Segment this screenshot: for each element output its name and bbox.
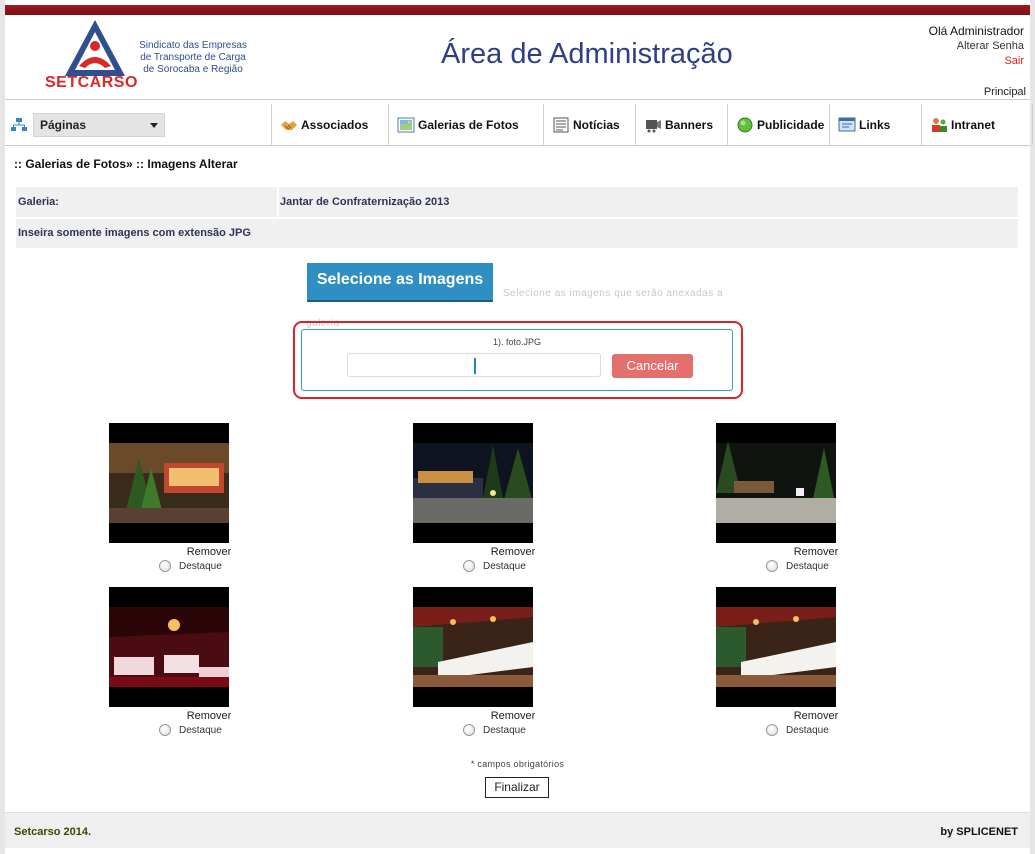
upload-progress <box>347 353 601 377</box>
upload-file-name: 1). foto.JPG <box>492 337 542 347</box>
banner-icon <box>646 119 661 132</box>
news-icon <box>553 117 569 132</box>
feature-option: Destaque <box>159 560 233 572</box>
remove-image-link[interactable]: Remover <box>129 546 289 558</box>
menu-intranet[interactable]: Intranet <box>921 104 1033 145</box>
feature-label: Destaque <box>786 560 829 572</box>
image-card: Remover Destaque <box>109 587 233 736</box>
feature-radio[interactable] <box>766 724 778 736</box>
logout-link[interactable]: Sair <box>929 54 1024 69</box>
feature-label: Destaque <box>179 724 222 736</box>
footer-copyright: Setcarso 2014. <box>14 826 92 838</box>
gallery-name: Jantar de Confraternização 2013 <box>280 196 450 208</box>
gallery-label: Galeria: <box>18 196 59 208</box>
menu-associados[interactable]: Associados <box>271 104 388 145</box>
feature-label: Destaque <box>786 724 829 736</box>
sitemap-icon <box>11 118 27 131</box>
photo-gallery-icon <box>397 117 415 132</box>
feature-label: Destaque <box>179 560 222 572</box>
feature-option: Destaque <box>159 724 233 736</box>
pages-dropdown[interactable]: Páginas <box>33 113 165 137</box>
feature-radio[interactable] <box>159 560 171 572</box>
menu-galerias-de-fotos[interactable]: Galerias de Fotos <box>388 104 543 145</box>
logo-subtitle: Sindicato das Empresas de Transporte de … <box>139 40 247 75</box>
finalize-button[interactable]: Finalizar <box>485 777 549 798</box>
cancel-upload-button[interactable]: Cancelar <box>612 354 693 378</box>
progress-bar <box>474 358 476 374</box>
remove-image-link[interactable]: Remover <box>736 710 896 722</box>
required-note: * campos obrigatórios <box>470 759 565 769</box>
upload-queue-item: 1). foto.JPG Cancelar <box>301 329 733 391</box>
feature-label: Destaque <box>483 560 526 572</box>
feature-radio[interactable] <box>463 724 475 736</box>
links-icon <box>838 117 856 131</box>
image-thumbnail[interactable] <box>716 587 836 707</box>
menu-bar: Associados Galerias de Fotos Notícias Ba… <box>271 104 1033 145</box>
feature-radio[interactable] <box>463 560 475 572</box>
main-nav: Páginas Associados Galerias de Fotos Not… <box>5 99 1033 146</box>
pages-selector: Páginas <box>11 113 165 137</box>
footer-credit: by SPLICENET <box>940 826 1018 838</box>
top-bar <box>5 5 1030 15</box>
image-card: Remover Destaque <box>413 423 537 572</box>
remove-image-link[interactable]: Remover <box>736 546 896 558</box>
image-card: Remover Destaque <box>716 587 840 736</box>
handshake-icon <box>281 120 297 130</box>
remove-image-link[interactable]: Remover <box>129 710 289 722</box>
image-card: Remover Destaque <box>413 587 537 736</box>
select-images-button[interactable]: Selecione as Imagens <box>307 263 493 300</box>
remove-image-link[interactable]: Remover <box>433 710 593 722</box>
image-card: Remover Destaque <box>109 423 233 572</box>
change-password-link[interactable]: Alterar Senha <box>929 39 1024 54</box>
row-divider <box>277 187 279 217</box>
remove-image-link[interactable]: Remover <box>433 546 593 558</box>
users-icon <box>932 117 947 132</box>
feature-option: Destaque <box>766 560 840 572</box>
image-thumbnail[interactable] <box>109 423 229 543</box>
menu-links[interactable]: Links <box>829 104 921 145</box>
user-box: Olá Administrador Alterar Senha Sair <box>929 24 1024 69</box>
feature-option: Destaque <box>766 724 840 736</box>
image-thumbnail[interactable] <box>716 423 836 543</box>
notice-row: Inseira somente imagens com extensão JPG <box>16 219 1018 248</box>
image-thumbnail[interactable] <box>413 423 533 543</box>
feature-option: Destaque <box>463 560 537 572</box>
feature-radio[interactable] <box>766 560 778 572</box>
image-card: Remover Destaque <box>716 423 840 572</box>
page-frame: SETCARSO Sindicato das Empresas de Trans… <box>5 0 1033 854</box>
globe-icon <box>737 117 753 132</box>
chevron-down-icon <box>150 123 158 128</box>
breadcrumb: :: Galerias de Fotos» :: Imagens Alterar <box>14 157 238 171</box>
feature-option: Destaque <box>463 724 537 736</box>
image-thumbnail[interactable] <box>413 587 533 707</box>
gallery-row: Galeria: Jantar de Confraternização 2013 <box>16 187 1018 217</box>
feature-label: Destaque <box>483 724 526 736</box>
feature-radio[interactable] <box>159 724 171 736</box>
upload-highlight: 1). foto.JPG Cancelar <box>293 321 743 399</box>
menu-publicidade[interactable]: Publicidade <box>727 104 829 145</box>
menu-noticias[interactable]: Notícias <box>543 104 635 145</box>
logo-text: SETCARSO <box>45 74 138 91</box>
principal-link[interactable]: Principal <box>984 86 1026 98</box>
page-title: Área de Administração <box>441 38 733 70</box>
menu-banners[interactable]: Banners <box>635 104 727 145</box>
footer: Setcarso 2014. by SPLICENET <box>5 812 1030 848</box>
greeting: Olá Administrador <box>928 24 1024 38</box>
image-thumbnail[interactable] <box>109 587 229 707</box>
jpg-notice: Inseira somente imagens com extensão JPG <box>18 227 251 239</box>
